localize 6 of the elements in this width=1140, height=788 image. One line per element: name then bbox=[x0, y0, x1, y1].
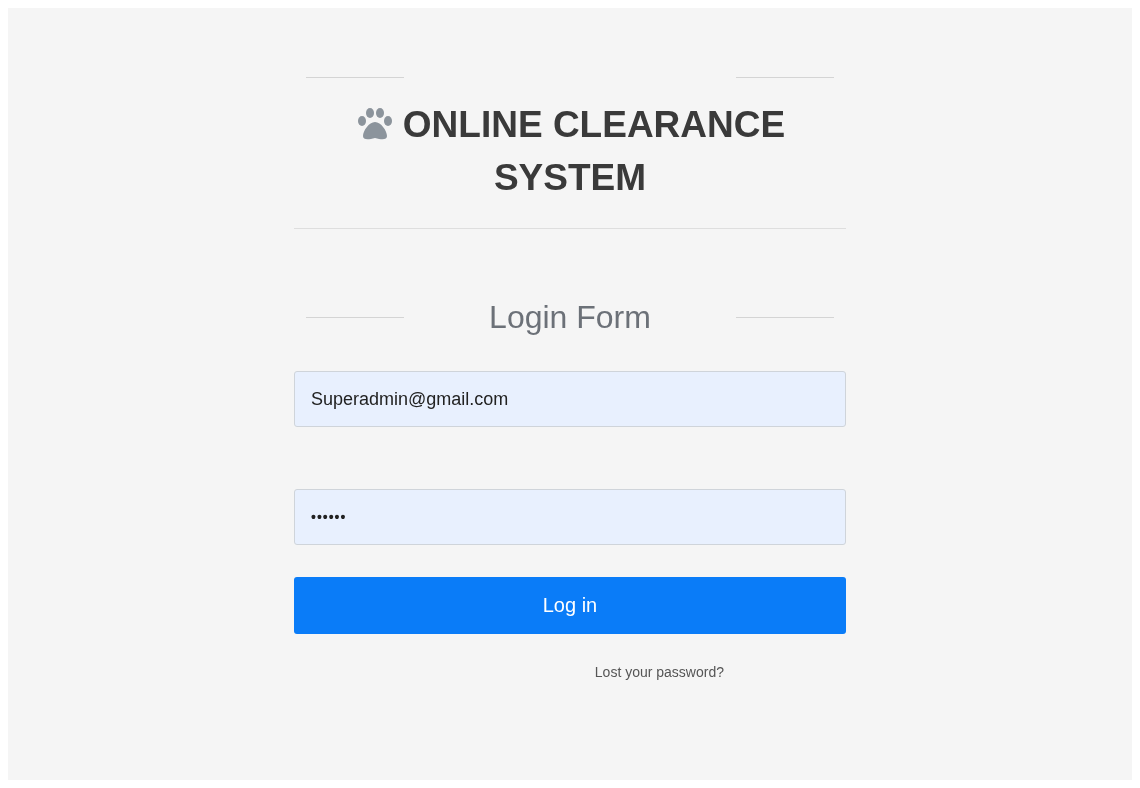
lost-password-link[interactable]: Lost your password? bbox=[594, 664, 724, 680]
login-button[interactable]: Log in bbox=[294, 577, 846, 634]
password-field[interactable]: •••••• bbox=[294, 489, 846, 545]
form-heading: Login Form bbox=[489, 299, 651, 336]
email-field[interactable]: Superadmin@gmail.com bbox=[294, 371, 846, 427]
app-title: ONLINE CLEARANCE SYSTEM bbox=[402, 104, 786, 198]
